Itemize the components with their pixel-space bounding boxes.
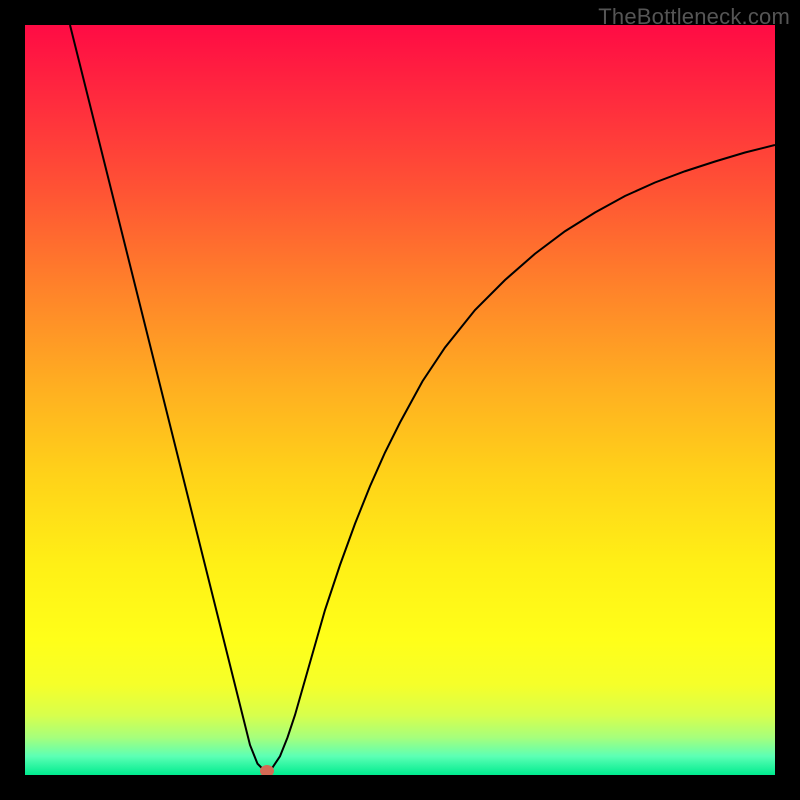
gradient-background	[25, 25, 775, 775]
chart-frame: TheBottleneck.com	[0, 0, 800, 800]
optimal-point-marker	[260, 765, 274, 776]
plot-area	[25, 25, 775, 775]
chart-svg	[25, 25, 775, 775]
